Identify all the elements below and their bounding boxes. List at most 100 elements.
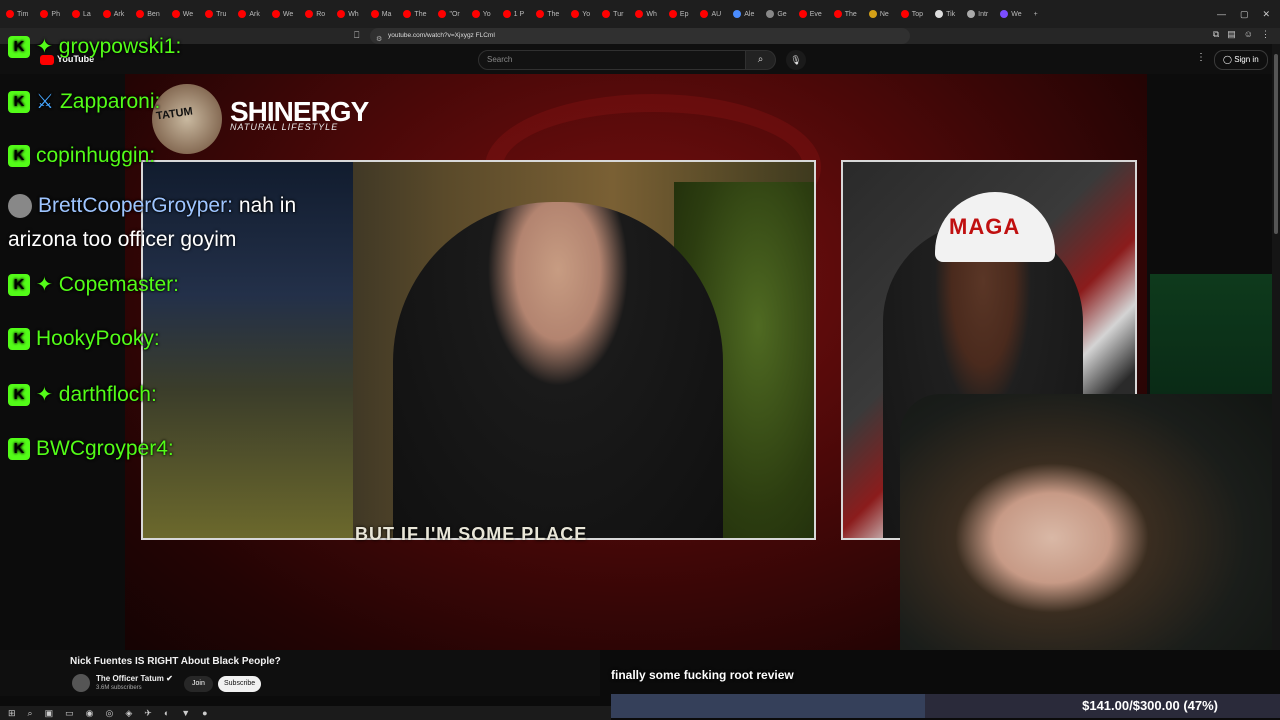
donation-goal-bar: $141.00/$300.00 (47%): [611, 694, 1280, 718]
chat-message: K ✦ Copemaster:: [8, 272, 179, 297]
window-controls: — ▢ ✕: [1216, 0, 1280, 28]
tab-favicon-icon: [868, 10, 877, 18]
kick-badge-icon: K: [8, 35, 30, 58]
kick-badge-icon: K: [8, 383, 30, 406]
maga-cap: MAGA: [935, 192, 1055, 262]
chat-message: K ✦ groypowski1:: [8, 34, 181, 59]
voice-search-button[interactable]: 🎙: [786, 50, 806, 70]
browser-tab[interactable]: Ge: [760, 0, 792, 28]
chat-message-text: nah in: [238, 194, 297, 217]
sidebar-icon[interactable]: ▤: [1227, 29, 1236, 40]
search-icon[interactable]: ⌕: [28, 708, 33, 719]
browser-tab[interactable]: Eve: [793, 0, 828, 28]
moderator-badge-icon: ⚔: [36, 91, 54, 113]
sign-in-button[interactable]: ◯ Sign in: [1214, 50, 1268, 70]
chrome-icon[interactable]: ◎: [105, 708, 113, 719]
tab-label: Ale: [744, 10, 755, 18]
channel-name[interactable]: The Officer Tatum ✔: [96, 674, 173, 683]
chat-overlay: K ✦ groypowski1: K ⚔ Zapparoni: Kcopinhuggin: B…: [0, 0, 420, 470]
browser-tab[interactable]: "Or: [432, 0, 465, 28]
chat-username: darthfloch:: [58, 382, 157, 406]
tab-label: AU: [711, 10, 722, 18]
kick-badge-icon: K: [8, 438, 30, 460]
task-view-icon[interactable]: ▣: [45, 708, 54, 719]
obs-icon[interactable]: ◉: [86, 708, 94, 719]
app-icon[interactable]: ✈: [144, 708, 152, 719]
user-avatar-icon: [8, 194, 32, 218]
browser-tab[interactable]: The: [530, 0, 565, 28]
stream-alert: finally some fucking root review: [611, 668, 794, 682]
brave-icon[interactable]: ▼: [181, 708, 190, 718]
join-button[interactable]: Join: [184, 676, 213, 692]
app-icon[interactable]: ◐: [164, 708, 169, 718]
minimize-icon[interactable]: —: [1217, 9, 1226, 19]
tab-label: "Or: [449, 10, 460, 18]
url-field[interactable]: ⚙ youtube.com/watch?v=Xjxygz FLCmI: [370, 28, 910, 44]
tab-favicon-icon: [766, 10, 775, 18]
tab-label: Eve: [809, 10, 822, 18]
tab-favicon-icon: [536, 10, 545, 18]
more-options-icon[interactable]: ⋮: [1196, 52, 1206, 63]
donation-goal-text: $141.00/$300.00 (47%): [1082, 698, 1218, 713]
start-icon[interactable]: ⊞: [8, 708, 16, 719]
tab-favicon-icon: [438, 10, 447, 18]
toolbar-icons: ⧉ ▤ ☺ ⋮: [1213, 29, 1270, 40]
tab-favicon-icon: [967, 10, 976, 18]
account-icon: ◯: [1223, 55, 1235, 64]
kick-badge-icon: K: [8, 328, 30, 350]
new-tab-button[interactable]: +: [1028, 0, 1044, 28]
subscriber-count: 3.6M subscribers: [96, 685, 142, 691]
search-input[interactable]: Search: [478, 50, 746, 70]
subscribe-button[interactable]: Subscribe: [218, 676, 262, 692]
browser-tab[interactable]: Tur: [596, 0, 629, 28]
tab-label: Yo: [582, 10, 591, 18]
tab-label: Yo: [482, 10, 491, 18]
tab-label: Intr: [978, 10, 989, 18]
tab-favicon-icon: [602, 10, 611, 18]
subscriber-badge-icon: ✦: [36, 36, 53, 58]
kick-badge-icon: K: [8, 90, 30, 113]
tab-favicon-icon: [935, 10, 944, 18]
browser-tab[interactable]: The: [828, 0, 863, 28]
browser-tab[interactable]: 1 P: [497, 0, 531, 28]
tab-favicon-icon: [1000, 10, 1009, 18]
tab-label: Ge: [777, 10, 787, 18]
tab-favicon-icon: [502, 10, 511, 18]
tab-favicon-icon: [900, 10, 909, 18]
extensions-icon[interactable]: ⧉: [1213, 29, 1219, 40]
browser-tab[interactable]: Ale: [727, 0, 760, 28]
browser-tab[interactable]: AU: [694, 0, 727, 28]
browser-tab[interactable]: Yo: [466, 0, 497, 28]
tab-favicon-icon: [733, 10, 742, 18]
tab-label: Wh: [646, 10, 657, 18]
tab-favicon-icon: [700, 10, 709, 18]
chat-username: BrettCooperGroyper:: [38, 194, 233, 217]
file-explorer-icon[interactable]: ▭: [65, 708, 74, 719]
chat-username: Copemaster:: [58, 272, 179, 296]
chat-username: Zapparoni:: [59, 89, 161, 113]
browser-tab[interactable]: Tik: [929, 0, 961, 28]
kick-badge-icon: K: [8, 145, 30, 167]
app-icon[interactable]: ●: [202, 708, 207, 718]
app-icon[interactable]: ◈: [125, 708, 132, 719]
browser-tab[interactable]: Ne: [863, 0, 895, 28]
page-scrollbar[interactable]: [1272, 44, 1280, 650]
browser-tab[interactable]: Yo: [565, 0, 596, 28]
profile-icon[interactable]: ☺: [1244, 29, 1253, 40]
browser-tab[interactable]: Ep: [663, 0, 695, 28]
donation-goal-fill: [611, 694, 926, 718]
search-button[interactable]: ⌕: [746, 50, 776, 70]
tab-favicon-icon: [571, 10, 580, 18]
tab-label: The: [547, 10, 560, 18]
browser-tab[interactable]: Top: [895, 0, 929, 28]
browser-tab[interactable]: We: [994, 0, 1027, 28]
close-icon[interactable]: ✕: [1262, 9, 1270, 20]
settings-icon[interactable]: ⋮: [1261, 29, 1270, 40]
tab-label: Ne: [879, 10, 889, 18]
chat-message: K ✦ darthfloch:: [8, 382, 157, 407]
maximize-icon[interactable]: ▢: [1240, 9, 1249, 20]
channel-avatar[interactable]: [72, 674, 90, 692]
tab-favicon-icon: [471, 10, 480, 18]
browser-tab[interactable]: Wh: [629, 0, 663, 28]
browser-tab[interactable]: Intr: [961, 0, 994, 28]
